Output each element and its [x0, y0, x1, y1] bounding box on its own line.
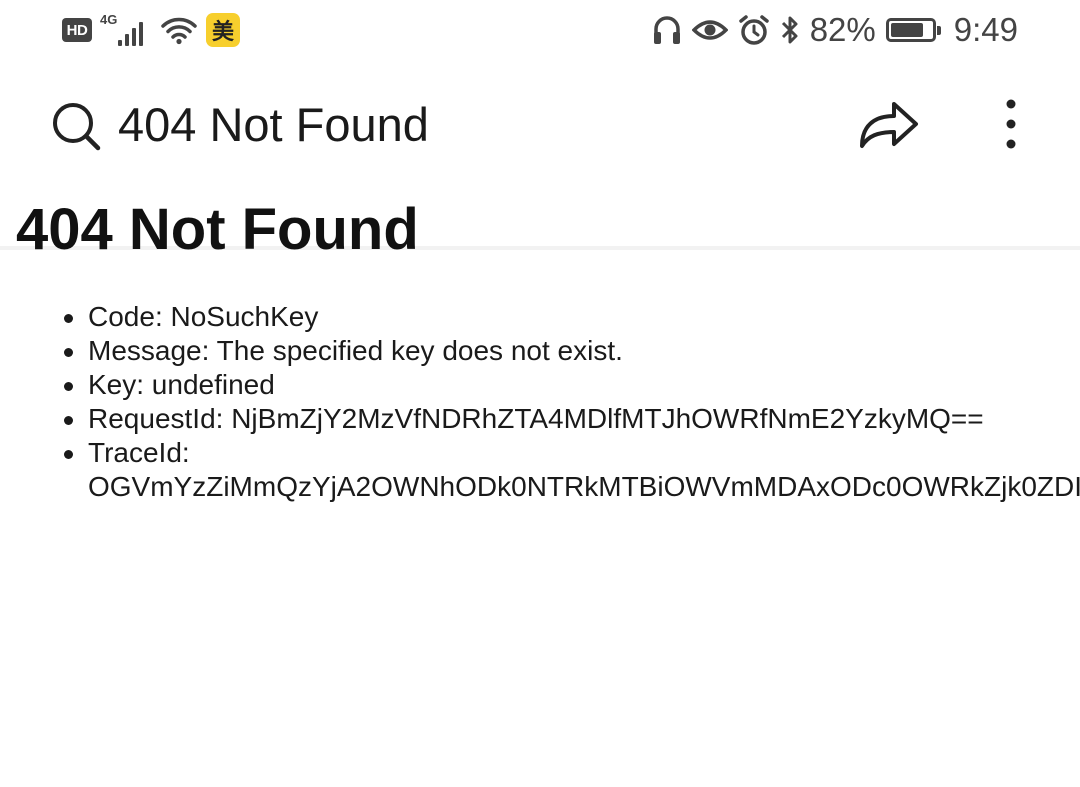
meituan-app-icon: 美: [206, 13, 240, 47]
trace-id-label: TraceId:: [88, 437, 190, 468]
battery-percent: 82%: [809, 11, 876, 48]
network-type-label: 4G: [100, 12, 118, 27]
alarm-icon: [738, 15, 769, 45]
more-icon[interactable]: [994, 96, 1028, 152]
list-item-key: Key: undefined: [64, 368, 1080, 402]
share-icon[interactable]: [856, 96, 922, 152]
page-content: 404 Not Found Code: NoSuchKey Message: T…: [16, 194, 1080, 502]
status-clock: 9:49: [953, 11, 1018, 48]
error-details-list: Code: NoSuchKey Message: The specified k…: [64, 300, 1080, 504]
status-bar: HD 4G 美 82% 9:49: [0, 0, 1080, 60]
list-item-code: Code: NoSuchKey: [64, 300, 1080, 334]
trace-id-value: OGVmYzZiMmQzYjA2OWNhODk0NTRkMTBiOWVmMDAx…: [88, 471, 1080, 502]
browser-toolbar: 404 Not Found: [0, 68, 1080, 250]
address-bar-title[interactable]: 404 Not Found: [118, 98, 429, 152]
list-item-request-id: RequestId: NjBmZjY2MzVfNDRhZTA4MDlfMTJhO…: [64, 402, 1080, 436]
bluetooth-icon: [781, 16, 798, 44]
hd-icon: HD: [62, 18, 92, 42]
status-bar-right: 82% 9:49: [652, 10, 1018, 50]
headphones-icon: [653, 16, 680, 44]
status-bar-left: HD 4G 美: [62, 12, 240, 48]
battery-icon: [885, 18, 941, 42]
search-icon[interactable]: [50, 100, 102, 152]
eye-icon: [691, 20, 728, 40]
page-heading: 404 Not Found: [16, 197, 419, 262]
wifi-icon: [161, 17, 197, 45]
signal-icon: 4G: [100, 12, 152, 46]
list-item-message: Message: The specified key does not exis…: [64, 334, 1080, 368]
list-item-trace-id: TraceId: OGVmYzZiMmQzYjA2OWNhODk0NTRkMTB…: [64, 436, 1080, 504]
